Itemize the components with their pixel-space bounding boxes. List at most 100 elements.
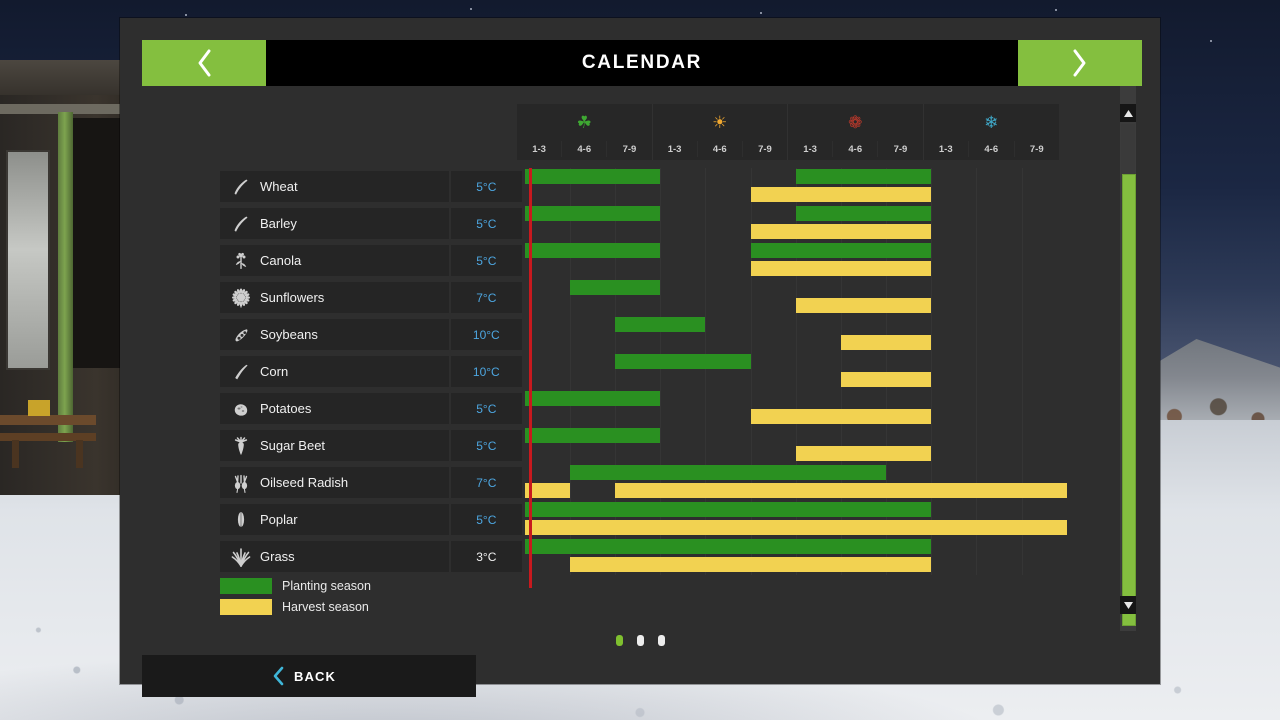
scrollbar-track[interactable]	[1121, 124, 1136, 626]
day-label: 7-9	[606, 141, 651, 157]
chevron-left-icon	[272, 666, 285, 686]
crop-temperature-cell: 5°C	[450, 504, 522, 535]
winter-snowflake-icon: ❄	[984, 112, 999, 132]
back-button[interactable]: BACK	[142, 655, 476, 697]
crop-name-cell[interactable]: Wheat	[220, 171, 449, 202]
crop-timeline	[524, 464, 1067, 501]
scrollbar-thumb[interactable]	[1122, 174, 1136, 626]
crop-name-cell[interactable]: Oilseed Radish	[220, 467, 449, 498]
calendar-content: ☘ 1-3 4-6 7-9 ☀ 1-3 4-6 7-9 ❁ 1-3 4-6 7-9 ❄ 1-3 4-6 7-9…	[142, 86, 1142, 631]
crop-name-cell[interactable]: Corn	[220, 356, 449, 387]
timeline-gridline	[795, 353, 797, 390]
timeline-gridline	[660, 427, 662, 464]
pagination-dot[interactable]	[636, 635, 644, 646]
crop-temperature-cell: 10°C	[450, 356, 522, 387]
crop-temperature-value: 10°C	[472, 327, 500, 342]
potato-icon	[234, 403, 248, 416]
timeline-gridline	[976, 390, 978, 427]
crop-timeline	[524, 205, 1059, 242]
star	[760, 12, 762, 14]
harvest-season-bar	[750, 409, 932, 424]
crop-temperature-cell: 5°C	[450, 393, 522, 424]
star	[1055, 9, 1057, 11]
crop-name-label: Sunflowers	[260, 290, 325, 305]
planting-season-bar	[795, 169, 932, 184]
crop-name-cell[interactable]: Barley	[220, 208, 449, 239]
season-column-winter: ❄ 1-3 4-6 7-9	[924, 104, 1060, 160]
planting-season-bar	[569, 465, 887, 480]
legend-row: Planting season	[220, 576, 371, 596]
crop-row[interactable]: Sugar Beet 5°C	[220, 427, 1059, 464]
crop-row[interactable]: Grass 3°C	[220, 538, 1059, 575]
corn-icon	[235, 364, 248, 379]
chevron-left-icon	[198, 49, 211, 77]
timeline-gridline	[750, 353, 752, 390]
crop-row[interactable]: Sunflowers 7°C	[220, 279, 1059, 316]
timeline-gridline	[931, 353, 933, 390]
day-label: 7-9	[1013, 141, 1060, 157]
crop-name-label: Soybeans	[260, 327, 318, 342]
crop-name-cell[interactable]: Canola	[220, 245, 449, 276]
season-column-spring: ☘ 1-3 4-6 7-9	[517, 104, 653, 160]
crop-temperature-value: 5°C	[476, 253, 497, 268]
scroll-down-button[interactable]	[1120, 596, 1136, 614]
crop-row[interactable]: Soybeans 10°C	[220, 316, 1059, 353]
menu-title-container: CALENDAR	[266, 40, 1018, 86]
timeline-gridline	[931, 168, 933, 205]
timeline-gridline	[931, 316, 933, 353]
crop-name-label: Grass	[260, 549, 295, 564]
crop-name-cell[interactable]: Sunflowers	[220, 282, 449, 313]
day-label: 1-3	[532, 143, 546, 155]
crop-name-cell[interactable]: Potatoes	[220, 393, 449, 424]
sugar-beet-icon	[230, 435, 252, 457]
planting-season-bar	[615, 317, 706, 332]
timeline-gridline	[705, 390, 707, 427]
harvest-season-bar	[795, 298, 932, 313]
vertical-scrollbar[interactable]	[1120, 86, 1136, 631]
crop-row[interactable]: Poplar 5°C	[220, 501, 1067, 538]
timeline-gridline	[660, 390, 662, 427]
planting-season-bar	[524, 169, 661, 184]
crop-row[interactable]: Potatoes 5°C	[220, 390, 1059, 427]
wheat-icon	[234, 179, 248, 195]
soybean-icon	[230, 324, 252, 346]
timeline-gridline	[976, 316, 978, 353]
crop-name-label: Potatoes	[260, 401, 312, 416]
crop-row[interactable]: Canola 5°C	[220, 242, 1059, 279]
next-page-button[interactable]	[1018, 40, 1142, 86]
season-column-autumn: ❁ 1-3 4-6 7-9	[788, 104, 924, 160]
crop-temperature-cell: 5°C	[450, 430, 522, 461]
crop-row[interactable]: Oilseed Radish 7°C	[220, 464, 1067, 501]
timeline-gridline	[660, 205, 662, 242]
crop-name-cell[interactable]: Grass	[220, 541, 449, 572]
pagination-dot[interactable]	[657, 635, 665, 646]
crop-name-label: Oilseed Radish	[260, 475, 349, 490]
crop-timeline	[525, 316, 1059, 353]
crop-timeline	[524, 168, 1059, 205]
autumn-leaf-icon: ❁	[848, 112, 863, 132]
previous-page-button[interactable]	[142, 40, 266, 86]
legend-swatch-harvest	[220, 599, 272, 615]
scroll-up-button[interactable]	[1120, 104, 1136, 122]
crop-name-cell[interactable]: Poplar	[220, 504, 449, 535]
crop-name-cell[interactable]: Soybeans	[220, 319, 449, 350]
timeline-gridline	[976, 353, 978, 390]
crop-temperature-value: 10°C	[472, 364, 500, 379]
bench-leg	[76, 440, 83, 468]
crop-temperature-value: 7°C	[476, 475, 497, 490]
crop-name-cell[interactable]: Sugar Beet	[220, 430, 449, 461]
crop-row[interactable]: Corn 10°C	[220, 353, 1059, 390]
timeline-gridline	[1021, 242, 1023, 279]
timeline-gridline	[976, 279, 978, 316]
timeline-gridline	[705, 242, 707, 279]
timeline-gridline	[976, 538, 978, 575]
planting-season-bar	[750, 243, 932, 258]
chevron-right-icon	[1073, 49, 1086, 77]
crop-row[interactable]: Barley 5°C	[220, 205, 1059, 242]
calendar-menu-panel: CALENDAR ☘ 1-3 4-6 7-9 ☀ 1-3 4-6 7-9 ❁ 1-3 4-6 7-9 ❄…	[120, 18, 1160, 697]
crop-temperature-value: 7°C	[476, 290, 497, 305]
planting-season-bar	[524, 539, 932, 554]
crop-row[interactable]: Wheat 5°C	[220, 168, 1059, 205]
timeline-gridline	[660, 168, 662, 205]
pagination-dot[interactable]	[615, 635, 623, 646]
